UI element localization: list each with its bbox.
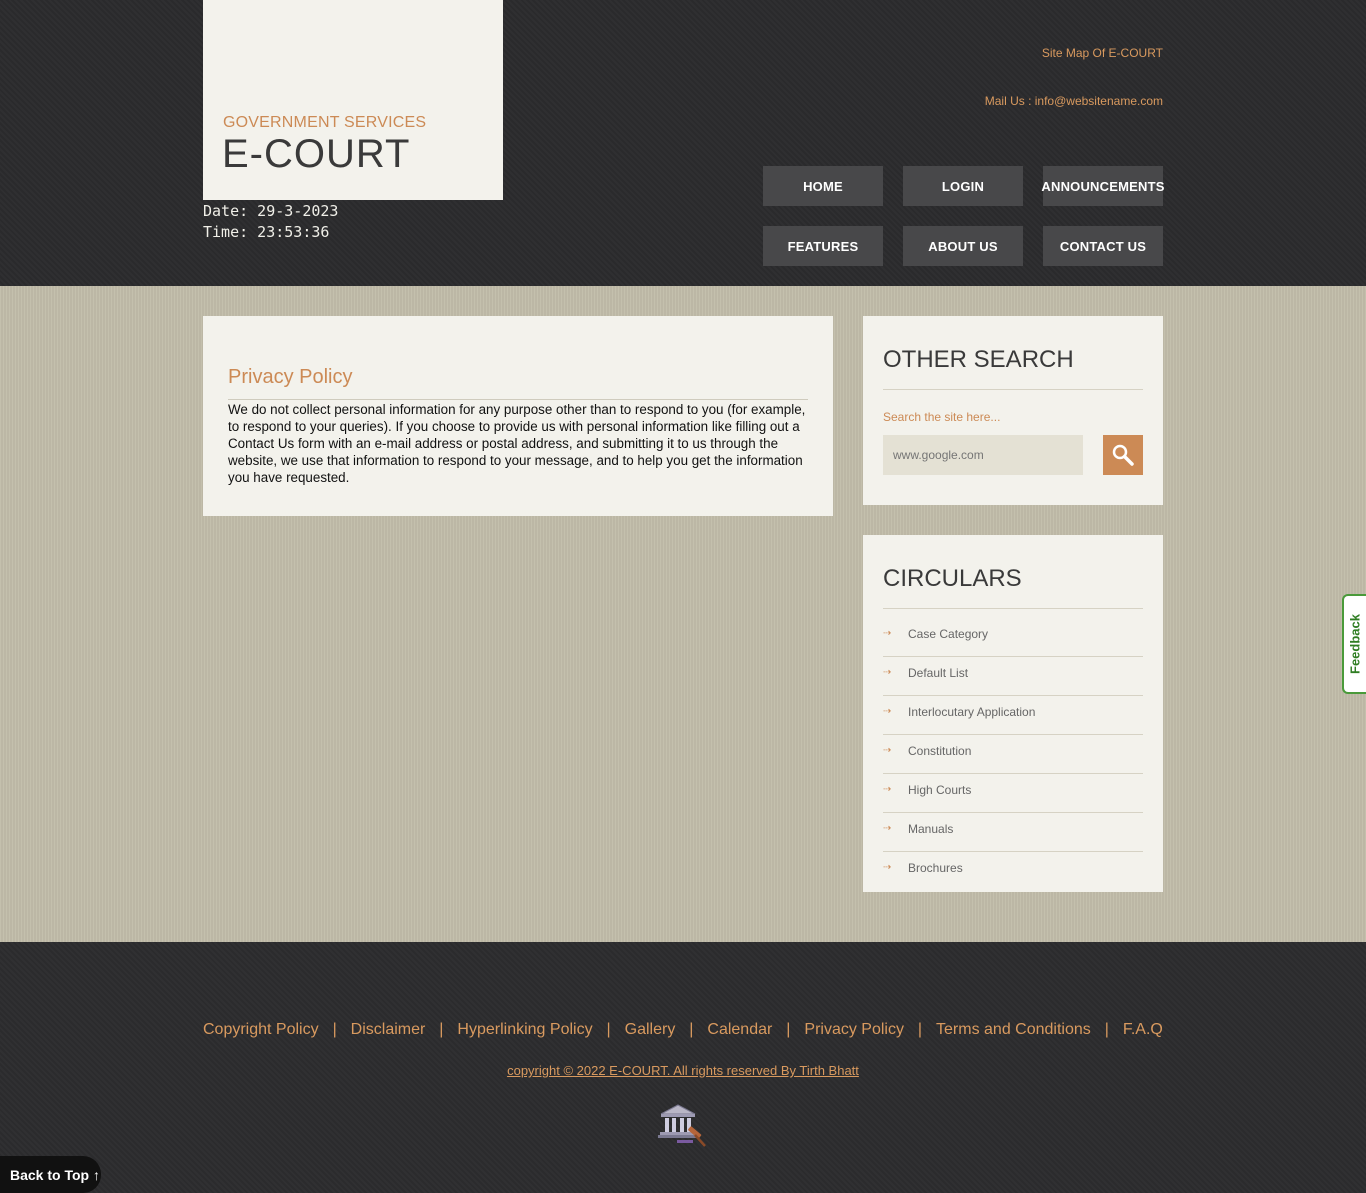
footer-separator: | [786,1021,791,1038]
circular-label: Brochures [908,861,963,875]
search-panel-title: OTHER SEARCH [883,346,1074,373]
footer-link-terms[interactable]: Terms and Conditions [936,1021,1091,1039]
search-icon [1112,444,1134,466]
main-content-area: Privacy Policy We do not collect persona… [0,286,1366,942]
mail-link[interactable]: Mail Us : info@websitename.com [985,94,1163,108]
date-time-display: Date: 29-3-2023 Time: 23:53:36 [203,201,338,243]
nav-contact-button[interactable]: CONTACT US [1043,226,1163,266]
search-panel-divider [883,389,1143,390]
page-title: Privacy Policy [228,366,353,388]
time-text: Time: 23:53:36 [203,223,330,241]
footer-separator: | [332,1021,337,1038]
privacy-policy-panel: Privacy Policy We do not collect persona… [203,316,833,516]
footer-separator: | [917,1021,923,1038]
footer-link-disclaimer[interactable]: Disclaimer [351,1021,426,1039]
arrow-right-icon: ⇢ [883,862,892,873]
circular-item-brochures[interactable]: ⇢ Brochures [883,852,1143,891]
arrow-right-icon: ⇢ [883,745,892,756]
circular-item-high-courts[interactable]: ⇢ High Courts [883,774,1143,813]
courthouse-gavel-icon [658,1104,706,1147]
footer-link-gallery[interactable]: Gallery [625,1021,676,1039]
circulars-title: CIRCULARS [883,565,1022,592]
footer-link-copyright-policy[interactable]: Copyright Policy [203,1021,319,1039]
nav-login-button[interactable]: LOGIN [903,166,1023,206]
feedback-tab[interactable]: Feedback [1342,594,1366,694]
footer-separator: | [439,1021,444,1038]
search-input[interactable] [883,435,1083,475]
footer-link-hyperlinking-policy[interactable]: Hyperlinking Policy [457,1021,592,1039]
site-footer: Copyright Policy | Disclaimer | Hyperlin… [0,942,1366,1193]
circular-label: Case Category [908,627,989,641]
footer-separator: | [1104,1021,1109,1038]
circular-item-case-category[interactable]: ⇢ Case Category [883,618,1143,657]
nav-announcements-button[interactable]: ANNOUNCEMENTS [1041,166,1164,206]
footer-separator: | [606,1021,611,1038]
footer-link-faq[interactable]: F.A.Q [1123,1021,1163,1039]
date-text: Date: 29-3-2023 [203,202,339,220]
arrow-right-icon: ⇢ [883,667,892,678]
circular-item-manuals[interactable]: ⇢ Manuals [883,813,1143,852]
logo[interactable]: GOVERNMENT SERVICES E-COURT [203,0,503,200]
footer-link-calendar[interactable]: Calendar [707,1021,772,1039]
nav-features-button[interactable]: FEATURES [763,226,883,266]
circular-label: Default List [908,666,969,680]
other-search-panel: OTHER SEARCH Search the site here... [863,316,1163,505]
footer-link-privacy-policy[interactable]: Privacy Policy [804,1021,904,1039]
circular-item-constitution[interactable]: ⇢ Constitution [883,735,1143,774]
nav-about-button[interactable]: ABOUT US [903,226,1023,266]
sitemap-link[interactable]: Site Map Of E-COURT [1042,46,1163,60]
search-label: Search the site here... [883,410,1001,424]
circular-label: High Courts [908,783,972,797]
site-header: GOVERNMENT SERVICES E-COURT Date: 29-3-2… [0,0,1366,286]
feedback-label: Feedback [1347,614,1363,674]
footer-links: Copyright Policy | Disclaimer | Hyperlin… [203,1021,1163,1039]
circular-label: Interlocutary Application [908,705,1036,719]
nav-home-button[interactable]: HOME [763,166,883,206]
circulars-panel: CIRCULARS ⇢ Case Category ⇢ Default List… [863,535,1163,892]
circular-item-interlocutary-application[interactable]: ⇢ Interlocutary Application [883,696,1143,735]
arrow-right-icon: ⇢ [883,823,892,834]
logo-subtitle: GOVERNMENT SERVICES [223,114,427,131]
logo-title: E-COURT [222,132,411,176]
search-button[interactable] [1103,435,1143,475]
circular-item-default-list[interactable]: ⇢ Default List [883,657,1143,696]
policy-text: We do not collect personal information f… [228,402,806,485]
footer-separator: | [689,1021,694,1038]
back-to-top-button[interactable]: Back to Top ↑ [0,1156,101,1193]
copyright-link[interactable]: copyright © 2022 E-COURT. All rights res… [0,1063,1366,1078]
arrow-right-icon: ⇢ [883,784,892,795]
title-divider [228,399,808,400]
circular-label: Manuals [908,822,954,836]
circulars-divider [883,608,1143,609]
circular-label: Constitution [908,744,972,758]
arrow-right-icon: ⇢ [883,706,892,717]
arrow-right-icon: ⇢ [883,628,892,639]
